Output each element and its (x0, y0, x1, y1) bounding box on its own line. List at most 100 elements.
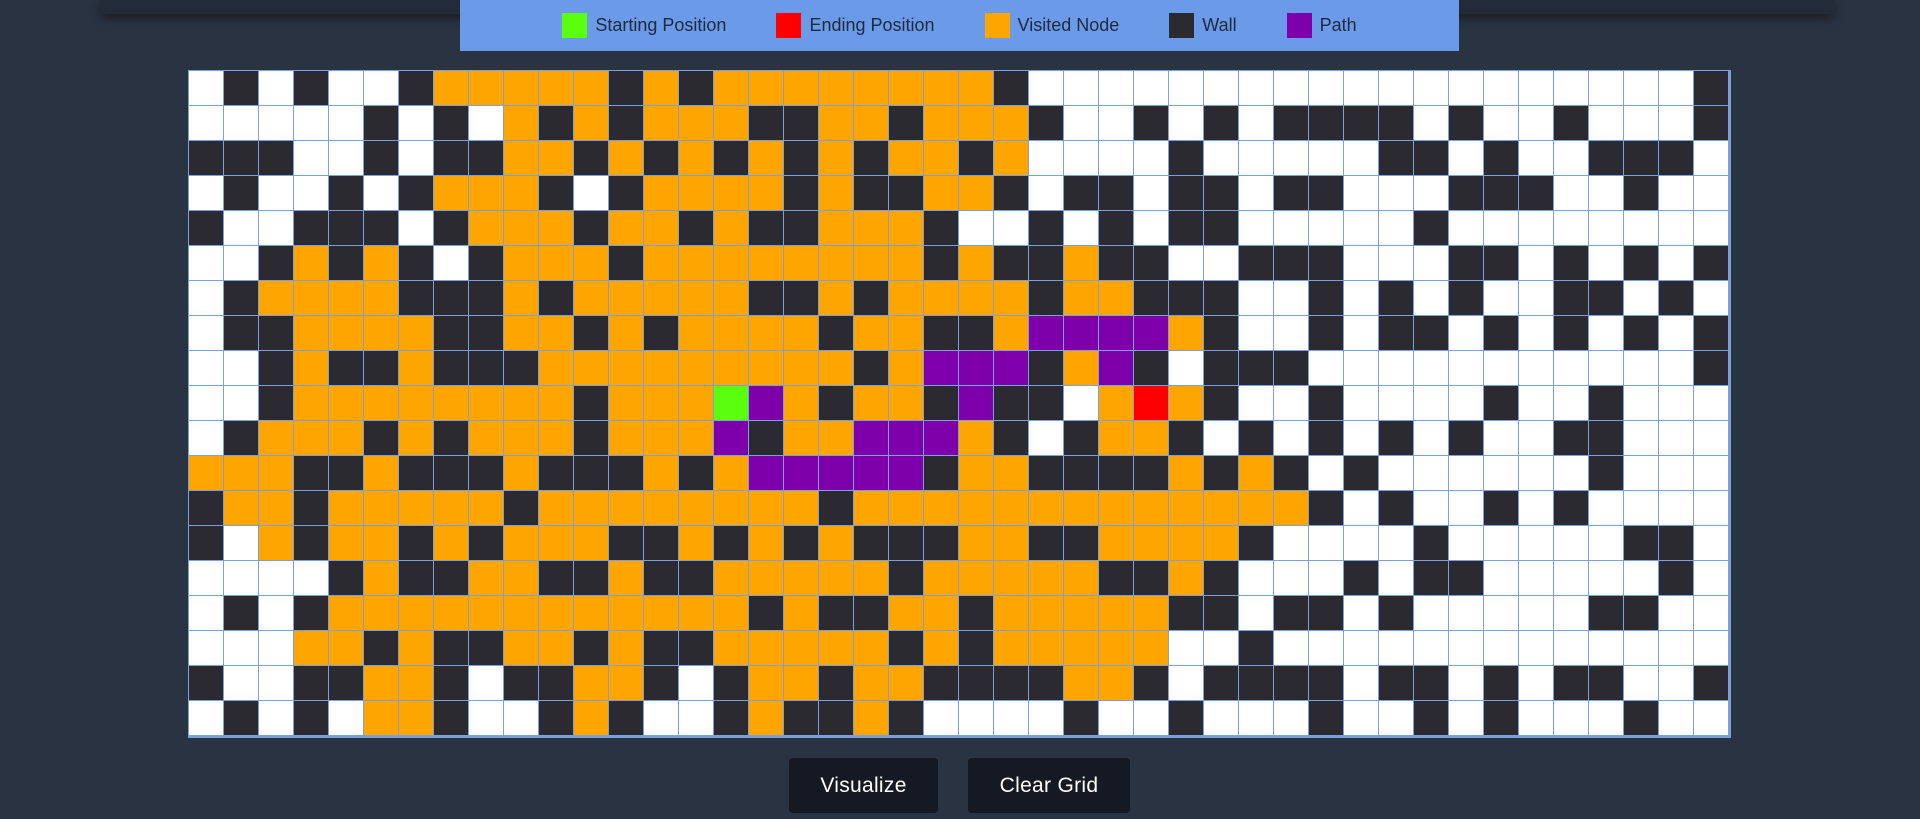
grid-cell-wall[interactable] (1239, 526, 1273, 560)
grid-cell-empty[interactable] (1659, 386, 1693, 420)
grid-cell-wall[interactable] (819, 316, 853, 350)
grid-cell-visited[interactable] (1099, 631, 1133, 665)
grid-cell-empty[interactable] (1274, 316, 1308, 350)
grid-cell-empty[interactable] (1169, 351, 1203, 385)
grid-cell-visited[interactable] (1134, 526, 1168, 560)
grid-cell-empty[interactable] (189, 701, 223, 735)
grid-cell-visited[interactable] (644, 281, 678, 315)
grid-cell-wall[interactable] (924, 246, 958, 280)
grid-cell-wall[interactable] (1204, 106, 1238, 140)
grid-cell-wall[interactable] (1029, 211, 1063, 245)
grid-cell-empty[interactable] (1169, 631, 1203, 665)
grid-cell-empty[interactable] (1029, 421, 1063, 455)
grid-cell-wall[interactable] (1099, 176, 1133, 210)
grid-cell-empty[interactable] (1274, 386, 1308, 420)
grid-cell-wall[interactable] (1029, 281, 1063, 315)
grid-cell-visited[interactable] (469, 71, 503, 105)
grid-cell-wall[interactable] (1099, 561, 1133, 595)
grid-cell-empty[interactable] (1624, 491, 1658, 525)
grid-cell-visited[interactable] (889, 351, 923, 385)
grid-cell-wall[interactable] (1239, 246, 1273, 280)
clear-grid-button[interactable]: Clear Grid (968, 758, 1130, 813)
grid-cell-empty[interactable] (1449, 701, 1483, 735)
grid-cell-visited[interactable] (469, 596, 503, 630)
grid-cell-wall[interactable] (1064, 701, 1098, 735)
grid-cell-empty[interactable] (189, 421, 223, 455)
grid-cell-visited[interactable] (714, 281, 748, 315)
grid-cell-wall[interactable] (434, 701, 468, 735)
grid-cell-wall[interactable] (609, 71, 643, 105)
grid-cell-empty[interactable] (1589, 106, 1623, 140)
grid-cell-wall[interactable] (889, 561, 923, 595)
grid-cell-visited[interactable] (329, 491, 363, 525)
grid-cell-visited[interactable] (784, 246, 818, 280)
grid-cell-visited[interactable] (714, 631, 748, 665)
grid-cell-visited[interactable] (889, 211, 923, 245)
grid-cell-visited[interactable] (1064, 351, 1098, 385)
grid-cell-visited[interactable] (889, 141, 923, 175)
grid-cell-wall[interactable] (1309, 491, 1343, 525)
grid-cell-visited[interactable] (1274, 491, 1308, 525)
grid-cell-empty[interactable] (1239, 316, 1273, 350)
grid-cell-wall[interactable] (1694, 351, 1728, 385)
grid-cell-visited[interactable] (749, 246, 783, 280)
grid-cell-wall[interactable] (329, 456, 363, 490)
grid-cell-empty[interactable] (1449, 351, 1483, 385)
grid-cell-wall[interactable] (574, 211, 608, 245)
grid-cell-visited[interactable] (1064, 281, 1098, 315)
grid-cell-wall[interactable] (434, 666, 468, 700)
grid-cell-empty[interactable] (1239, 281, 1273, 315)
grid-cell-wall[interactable] (364, 211, 398, 245)
grid-cell-visited[interactable] (959, 246, 993, 280)
grid-cell-empty[interactable] (1344, 211, 1378, 245)
grid-cell-wall[interactable] (364, 421, 398, 455)
grid-cell-visited[interactable] (1064, 596, 1098, 630)
grid-cell-visited[interactable] (574, 596, 608, 630)
grid-cell-path[interactable] (889, 421, 923, 455)
grid-cell-empty[interactable] (994, 211, 1028, 245)
grid-cell-wall[interactable] (399, 71, 433, 105)
grid-cell-empty[interactable] (1519, 71, 1553, 105)
grid-cell-empty[interactable] (1624, 71, 1658, 105)
grid-cell-visited[interactable] (504, 71, 538, 105)
grid-cell-wall[interactable] (1484, 246, 1518, 280)
grid-cell-visited[interactable] (1169, 561, 1203, 595)
grid-cell-visited[interactable] (469, 561, 503, 595)
grid-cell-wall[interactable] (1274, 106, 1308, 140)
grid-cell-wall[interactable] (1134, 246, 1168, 280)
grid-cell-empty[interactable] (1694, 491, 1728, 525)
grid-cell-empty[interactable] (1554, 71, 1588, 105)
grid-cell-empty[interactable] (1519, 106, 1553, 140)
grid-cell-wall[interactable] (329, 666, 363, 700)
grid-cell-empty[interactable] (259, 666, 293, 700)
grid-cell-wall[interactable] (1309, 281, 1343, 315)
grid-cell-empty[interactable] (1519, 351, 1553, 385)
grid-cell-empty[interactable] (1414, 176, 1448, 210)
grid-cell-empty[interactable] (1134, 141, 1168, 175)
grid-cell-empty[interactable] (1134, 211, 1168, 245)
grid-cell-empty[interactable] (1519, 561, 1553, 595)
grid-cell-empty[interactable] (1484, 71, 1518, 105)
grid-cell-wall[interactable] (994, 421, 1028, 455)
grid-cell-wall[interactable] (574, 561, 608, 595)
grid-cell-visited[interactable] (539, 316, 573, 350)
grid-cell-empty[interactable] (329, 106, 363, 140)
grid-cell-visited[interactable] (994, 631, 1028, 665)
grid-cell-wall[interactable] (224, 596, 258, 630)
grid-cell-visited[interactable] (609, 666, 643, 700)
grid-cell-wall[interactable] (994, 246, 1028, 280)
grid-cell-visited[interactable] (294, 246, 328, 280)
grid-cell-empty[interactable] (1554, 176, 1588, 210)
grid-cell-wall[interactable] (1169, 281, 1203, 315)
grid-cell-empty[interactable] (1414, 106, 1448, 140)
grid-cell-visited[interactable] (1064, 631, 1098, 665)
grid-cell-visited[interactable] (679, 176, 713, 210)
grid-cell-visited[interactable] (364, 281, 398, 315)
grid-cell-wall[interactable] (1134, 666, 1168, 700)
grid-cell-empty[interactable] (224, 211, 258, 245)
grid-cell-empty[interactable] (1659, 211, 1693, 245)
grid-cell-empty[interactable] (224, 666, 258, 700)
grid-cell-empty[interactable] (1414, 491, 1448, 525)
grid-cell-wall[interactable] (1554, 316, 1588, 350)
grid-cell-visited[interactable] (259, 281, 293, 315)
